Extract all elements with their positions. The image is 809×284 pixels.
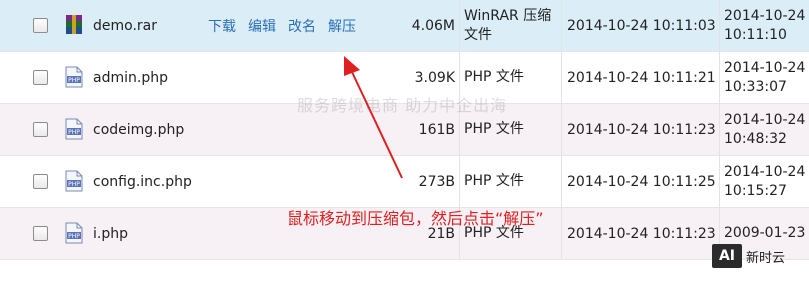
brand-badge-text: 新时云	[746, 250, 786, 266]
brand-badge-box: AI	[712, 244, 742, 268]
brand-badge: AI 新时云	[712, 241, 785, 271]
annotation-text: 鼠标移动到压缩包，然后点击“解压”	[287, 209, 544, 228]
annotation-arrow	[344, 56, 403, 179]
